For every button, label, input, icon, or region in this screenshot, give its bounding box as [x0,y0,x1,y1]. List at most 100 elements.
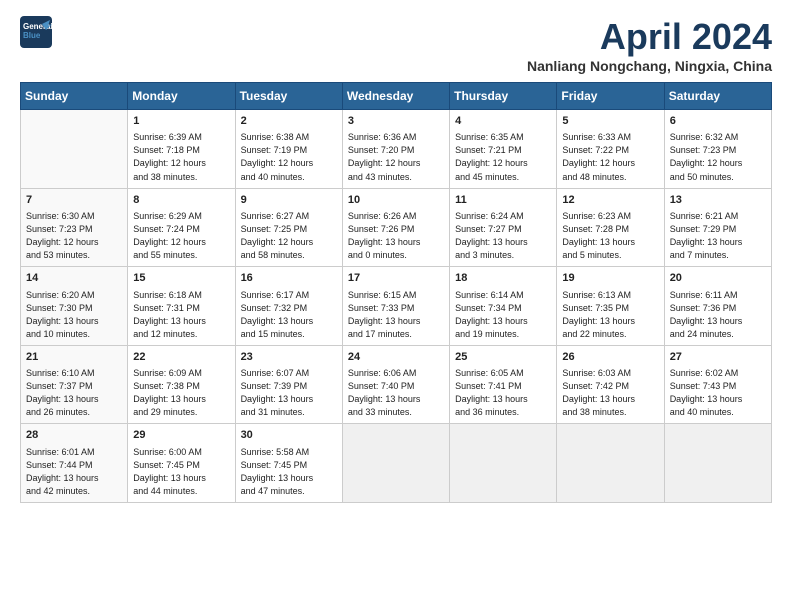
day-number: 10 [348,193,444,208]
calendar-cell [664,424,771,503]
calendar-cell: 11Sunrise: 6:24 AMSunset: 7:27 PMDayligh… [450,188,557,267]
day-content: Sunrise: 6:15 AMSunset: 7:33 PMDaylight:… [348,289,444,341]
day-content: Sunrise: 6:38 AMSunset: 7:19 PMDaylight:… [241,131,337,183]
day-content: Sunrise: 6:09 AMSunset: 7:38 PMDaylight:… [133,367,229,419]
day-content: Sunrise: 6:17 AMSunset: 7:32 PMDaylight:… [241,289,337,341]
day-number: 14 [26,271,122,286]
calendar-cell: 22 Sunrise: 6:09 AMSunset: 7:38 PMDayligh… [128,345,235,424]
day-number: 12 [562,193,658,208]
day-content: Sunrise: 6:05 AMSunset: 7:41 PMDaylight:… [455,367,551,419]
page-header: General Blue April 2024 Nanliang Nongcha… [20,16,772,74]
calendar-header-row: SundayMondayTuesdayWednesdayThursdayFrid… [21,83,772,110]
weekday-header: Sunday [21,83,128,110]
calendar-cell: 7 Sunrise: 6:30 AMSunset: 7:23 PMDaylight… [21,188,128,267]
day-content: Sunrise: 6:13 AMSunset: 7:35 PMDaylight:… [562,289,658,341]
calendar-cell: 28 Sunrise: 6:01 AMSunset: 7:44 PMDayligh… [21,424,128,503]
weekday-header: Monday [128,83,235,110]
day-content: Sunrise: 6:35 AMSunset: 7:21 PMDaylight:… [455,131,551,183]
day-content: Sunrise: 6:01 AMSunset: 7:44 PMDaylight:… [26,446,122,498]
calendar-cell: 27 Sunrise: 6:02 AMSunset: 7:43 PMDayligh… [664,345,771,424]
calendar-cell: 2 Sunrise: 6:38 AMSunset: 7:19 PMDaylight… [235,110,342,189]
title-block: April 2024 Nanliang Nongchang, Ningxia, … [527,16,772,74]
day-number: 26 [562,350,658,365]
calendar-cell: 26 Sunrise: 6:03 AMSunset: 7:42 PMDayligh… [557,345,664,424]
calendar-cell: 25 Sunrise: 6:05 AMSunset: 7:41 PMDayligh… [450,345,557,424]
calendar-cell: 6 Sunrise: 6:32 AMSunset: 7:23 PMDaylight… [664,110,771,189]
calendar-cell: 19 Sunrise: 6:13 AMSunset: 7:35 PMDayligh… [557,267,664,346]
day-content: Sunrise: 6:23 AMSunset: 7:28 PMDaylight:… [562,210,658,262]
weekday-header: Tuesday [235,83,342,110]
logo-icon: General Blue [20,16,52,48]
calendar-cell: 8Sunrise: 6:29 AMSunset: 7:24 PMDaylight… [128,188,235,267]
day-content: Sunrise: 6:14 AMSunset: 7:34 PMDaylight:… [455,289,551,341]
day-number: 7 [26,193,122,208]
calendar-cell: 4 Sunrise: 6:35 AMSunset: 7:21 PMDaylight… [450,110,557,189]
day-content: Sunrise: 6:00 AMSunset: 7:45 PMDaylight:… [133,446,229,498]
calendar-cell: 17 Sunrise: 6:15 AMSunset: 7:33 PMDayligh… [342,267,449,346]
calendar-cell: 14 Sunrise: 6:20 AMSunset: 7:30 PMDayligh… [21,267,128,346]
calendar-week-row: 1 Sunrise: 6:39 AMSunset: 7:18 PMDaylight… [21,110,772,189]
location-title: Nanliang Nongchang, Ningxia, China [527,58,772,74]
day-number: 3 [348,114,444,129]
calendar-cell: 13Sunrise: 6:21 AMSunset: 7:29 PMDayligh… [664,188,771,267]
day-number: 18 [455,271,551,286]
month-title: April 2024 [527,16,772,58]
day-content: Sunrise: 6:18 AMSunset: 7:31 PMDaylight:… [133,289,229,341]
logo: General Blue [20,16,52,48]
day-content: Sunrise: 6:02 AMSunset: 7:43 PMDaylight:… [670,367,766,419]
day-number: 24 [348,350,444,365]
calendar-week-row: 7 Sunrise: 6:30 AMSunset: 7:23 PMDaylight… [21,188,772,267]
day-number: 25 [455,350,551,365]
day-number: 9 [241,193,337,208]
calendar-cell: 18 Sunrise: 6:14 AMSunset: 7:34 PMDayligh… [450,267,557,346]
calendar-cell: 1 Sunrise: 6:39 AMSunset: 7:18 PMDaylight… [128,110,235,189]
calendar-cell: 5Sunrise: 6:33 AMSunset: 7:22 PMDaylight… [557,110,664,189]
day-content: Sunrise: 6:20 AMSunset: 7:30 PMDaylight:… [26,289,122,341]
day-content: Sunrise: 6:39 AMSunset: 7:18 PMDaylight:… [133,131,229,183]
day-content: Sunrise: 6:06 AMSunset: 7:40 PMDaylight:… [348,367,444,419]
calendar-body: 1 Sunrise: 6:39 AMSunset: 7:18 PMDaylight… [21,110,772,503]
day-number: 28 [26,428,122,443]
day-number: 1 [133,114,229,129]
weekday-header: Thursday [450,83,557,110]
calendar-cell: 29 Sunrise: 6:00 AMSunset: 7:45 PMDayligh… [128,424,235,503]
day-number: 23 [241,350,337,365]
day-number: 2 [241,114,337,129]
day-number: 15 [133,271,229,286]
day-number: 6 [670,114,766,129]
day-content: Sunrise: 6:07 AMSunset: 7:39 PMDaylight:… [241,367,337,419]
calendar-cell: 15 Sunrise: 6:18 AMSunset: 7:31 PMDayligh… [128,267,235,346]
calendar-cell [21,110,128,189]
day-number: 17 [348,271,444,286]
day-number: 13 [670,193,766,208]
calendar-week-row: 21Sunrise: 6:10 AMSunset: 7:37 PMDayligh… [21,345,772,424]
day-content: Sunrise: 5:58 AMSunset: 7:45 PMDaylight:… [241,446,337,498]
day-content: Sunrise: 6:03 AMSunset: 7:42 PMDaylight:… [562,367,658,419]
day-content: Sunrise: 6:26 AMSunset: 7:26 PMDaylight:… [348,210,444,262]
weekday-header: Wednesday [342,83,449,110]
day-content: Sunrise: 6:10 AMSunset: 7:37 PMDaylight:… [26,367,122,419]
day-number: 4 [455,114,551,129]
day-number: 29 [133,428,229,443]
day-number: 27 [670,350,766,365]
day-number: 20 [670,271,766,286]
day-content: Sunrise: 6:33 AMSunset: 7:22 PMDaylight:… [562,131,658,183]
day-number: 22 [133,350,229,365]
calendar-cell: 16Sunrise: 6:17 AMSunset: 7:32 PMDayligh… [235,267,342,346]
day-number: 19 [562,271,658,286]
calendar-cell [342,424,449,503]
calendar-cell: 9Sunrise: 6:27 AMSunset: 7:25 PMDaylight… [235,188,342,267]
calendar-week-row: 28 Sunrise: 6:01 AMSunset: 7:44 PMDayligh… [21,424,772,503]
calendar-cell: 20Sunrise: 6:11 AMSunset: 7:36 PMDayligh… [664,267,771,346]
calendar-cell: 24 Sunrise: 6:06 AMSunset: 7:40 PMDayligh… [342,345,449,424]
day-content: Sunrise: 6:24 AMSunset: 7:27 PMDaylight:… [455,210,551,262]
calendar-week-row: 14 Sunrise: 6:20 AMSunset: 7:30 PMDayligh… [21,267,772,346]
calendar-cell: 10 Sunrise: 6:26 AMSunset: 7:26 PMDayligh… [342,188,449,267]
calendar-cell: 21Sunrise: 6:10 AMSunset: 7:37 PMDayligh… [21,345,128,424]
day-content: Sunrise: 6:32 AMSunset: 7:23 PMDaylight:… [670,131,766,183]
day-content: Sunrise: 6:30 AMSunset: 7:23 PMDaylight:… [26,210,122,262]
day-content: Sunrise: 6:29 AMSunset: 7:24 PMDaylight:… [133,210,229,262]
calendar-cell: 30Sunrise: 5:58 AMSunset: 7:45 PMDayligh… [235,424,342,503]
weekday-header: Saturday [664,83,771,110]
svg-text:Blue: Blue [23,31,41,40]
